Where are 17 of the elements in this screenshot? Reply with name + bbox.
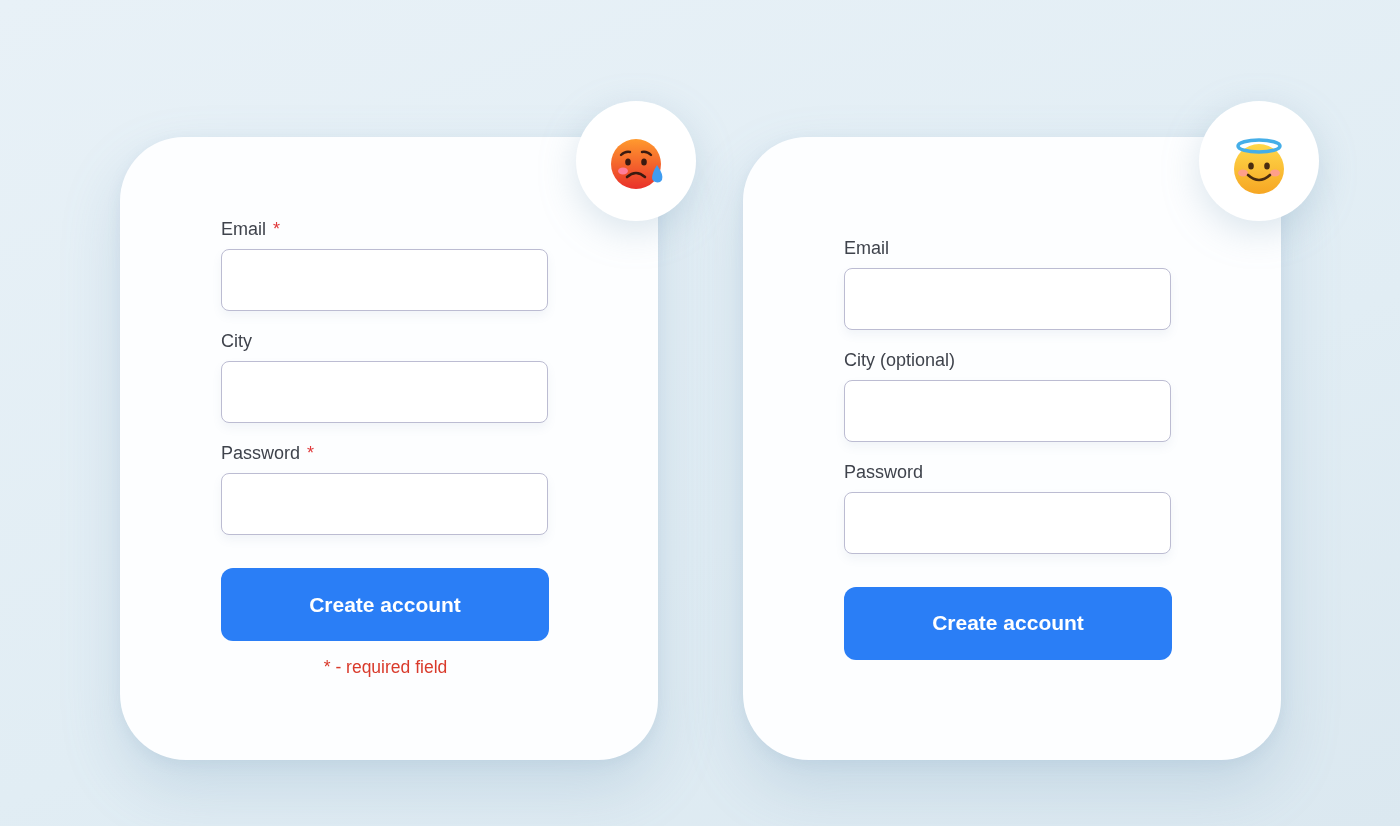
required-field-note: * - required field <box>322 657 449 678</box>
input-field[interactable] <box>844 267 1171 330</box>
required-mark: * <box>273 219 281 240</box>
create-account-button[interactable]: Create account <box>221 568 549 641</box>
input-field[interactable] <box>844 491 1171 554</box>
required-mark: * <box>307 443 315 464</box>
input-field[interactable] <box>221 249 548 311</box>
field-label: Email <box>844 237 889 259</box>
field-label: City <box>221 331 252 352</box>
input-field[interactable] <box>844 379 1171 442</box>
field-label: City (optional) <box>844 349 956 371</box>
field-label: Email <box>221 219 266 240</box>
input-field[interactable] <box>221 473 548 535</box>
field-label: Password <box>844 461 924 483</box>
field-label: Password <box>221 443 301 464</box>
create-account-button[interactable]: Create account <box>844 586 1172 660</box>
input-field[interactable] <box>221 361 548 423</box>
